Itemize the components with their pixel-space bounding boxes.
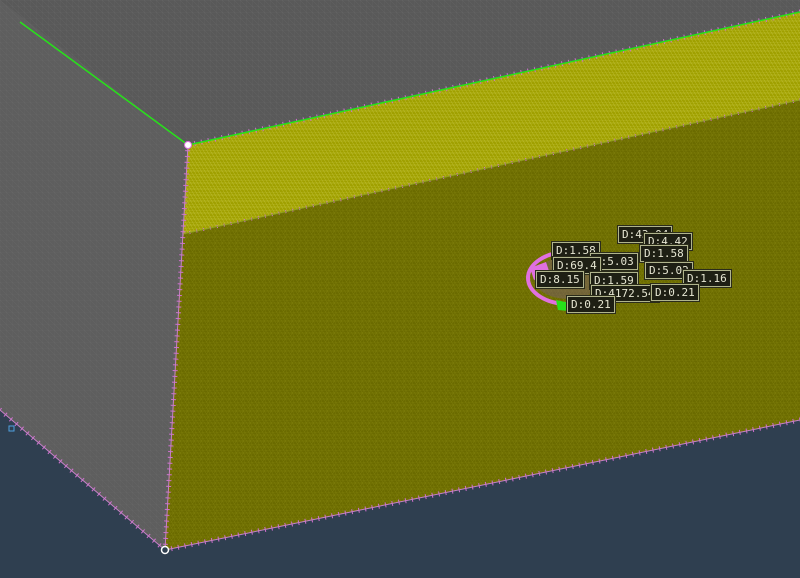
3d-viewport[interactable]: D:43.04 D:4.42 D:1.58 D:1.58 D:5.03 D:69… [0, 0, 800, 578]
dimension-label[interactable]: D:8.15 [536, 271, 584, 288]
vertex-marker-top [184, 141, 192, 149]
vertex-marker-bottom [160, 545, 170, 555]
vertex-marker-left [8, 425, 15, 432]
dimension-label[interactable]: D:1.58 [640, 245, 688, 262]
dimension-label[interactable]: D:0.21 [567, 296, 615, 313]
dimension-label[interactable]: D:0.21 [651, 284, 699, 301]
